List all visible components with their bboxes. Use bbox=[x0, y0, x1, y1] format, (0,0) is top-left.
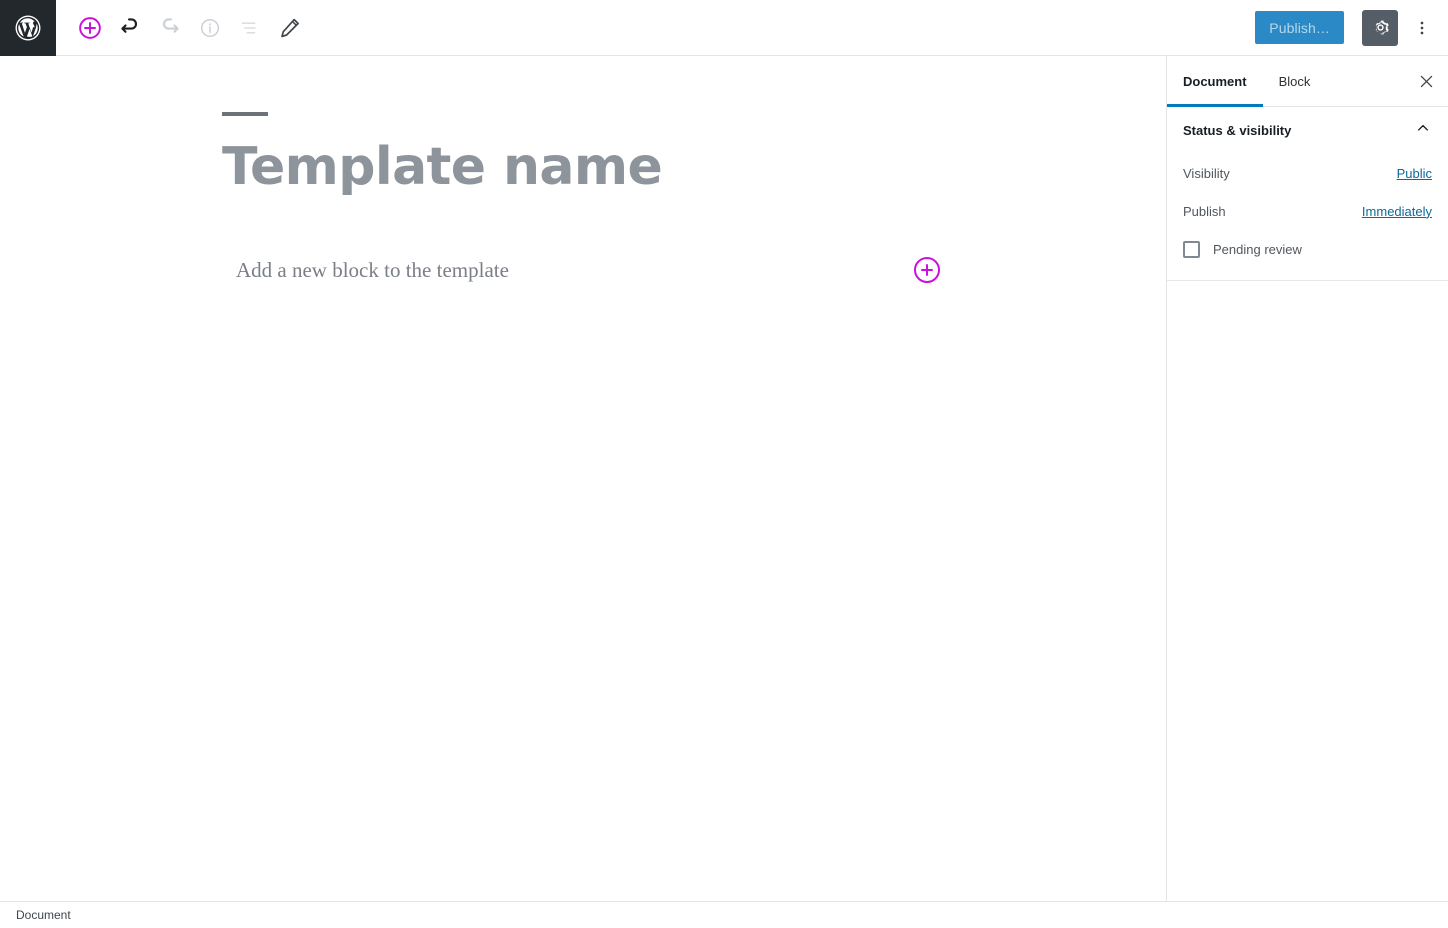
publish-row: Publish Immediately bbox=[1183, 192, 1432, 230]
collapse-panel-button[interactable] bbox=[1414, 119, 1432, 142]
close-sidebar-button[interactable] bbox=[1404, 56, 1448, 106]
panel-body: Visibility Public Publish Immediately Pe… bbox=[1183, 154, 1432, 280]
tab-document[interactable]: Document bbox=[1167, 56, 1263, 107]
tab-block[interactable]: Block bbox=[1263, 56, 1327, 106]
wordpress-logo-icon[interactable] bbox=[0, 0, 56, 56]
pencil-icon bbox=[281, 18, 299, 37]
publish-date-button[interactable]: Immediately bbox=[1362, 204, 1432, 219]
undo-arrow-icon bbox=[121, 17, 137, 33]
pending-review-label[interactable]: Pending review bbox=[1213, 242, 1302, 257]
panel-header[interactable]: Status & visibility bbox=[1183, 107, 1432, 154]
undo-button[interactable] bbox=[110, 8, 150, 48]
visibility-label: Visibility bbox=[1183, 165, 1230, 181]
content-info-button[interactable] bbox=[190, 8, 230, 48]
settings-sidebar: Document Block Status & visibility Visib… bbox=[1167, 56, 1448, 901]
wordpress-block-editor: Publish… Template name Add a new block t… bbox=[0, 0, 1448, 928]
block-appender-label: Add a new block to the template bbox=[236, 257, 509, 282]
pending-review-checkbox[interactable] bbox=[1183, 240, 1200, 258]
plus-circle-icon bbox=[79, 16, 101, 39]
editor-footer: Document bbox=[0, 901, 1448, 928]
more-menu-button[interactable] bbox=[1404, 10, 1440, 46]
visibility-row: Visibility Public bbox=[1183, 154, 1432, 192]
publish-label: Publish bbox=[1183, 203, 1226, 219]
default-block-appender[interactable]: Add a new block to the template bbox=[236, 252, 940, 288]
plus-circle-icon bbox=[921, 264, 933, 277]
editor-body: Template name Add a new block to the tem… bbox=[0, 56, 1448, 901]
chevron-up-icon bbox=[1417, 124, 1429, 131]
editor-toolbar bbox=[56, 0, 310, 56]
close-icon bbox=[1420, 75, 1432, 87]
settings-toggle-button[interactable] bbox=[1362, 9, 1398, 46]
editor-canvas[interactable]: Template name Add a new block to the tem… bbox=[0, 56, 1167, 901]
edit-mode-button[interactable] bbox=[270, 8, 310, 48]
redo-arrow-icon bbox=[163, 17, 179, 33]
editor-header: Publish… bbox=[0, 0, 1448, 56]
redo-button[interactable] bbox=[150, 8, 190, 48]
gear-icon bbox=[1375, 20, 1389, 35]
inline-add-block-button[interactable] bbox=[914, 257, 940, 284]
title-separator-rule bbox=[222, 112, 268, 116]
visibility-value-button[interactable]: Public bbox=[1397, 166, 1432, 181]
publish-button[interactable]: Publish… bbox=[1255, 11, 1344, 44]
status-visibility-panel: Status & visibility Visibility Public Pu… bbox=[1167, 107, 1448, 281]
panel-title: Status & visibility bbox=[1183, 123, 1292, 138]
sidebar-tab-bar: Document Block bbox=[1167, 56, 1448, 107]
header-actions: Publish… bbox=[1255, 0, 1448, 56]
kebab-vertical-icon bbox=[1420, 21, 1424, 34]
list-view-button[interactable] bbox=[230, 8, 270, 48]
breadcrumb[interactable]: Document bbox=[16, 908, 71, 922]
list-view-icon bbox=[241, 21, 256, 34]
info-circle-icon bbox=[200, 18, 220, 37]
post-title-placeholder[interactable]: Template name bbox=[222, 138, 956, 196]
add-block-button[interactable] bbox=[70, 8, 110, 48]
pending-review-row: Pending review bbox=[1183, 232, 1432, 266]
editor-content-wrapper: Template name Add a new block to the tem… bbox=[0, 56, 1166, 288]
